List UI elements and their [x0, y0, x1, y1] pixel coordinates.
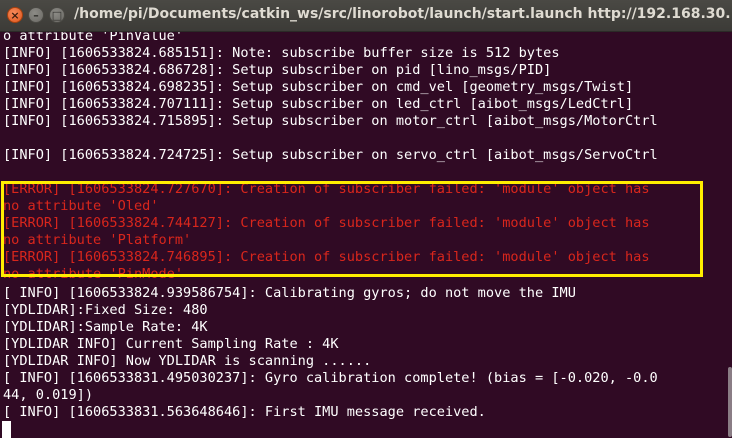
maximize-button[interactable]: □: [49, 7, 65, 23]
error-highlight-box: [1, 181, 703, 277]
log-line-info: [ INFO] [1606533831.563648646]: First IM…: [3, 404, 486, 420]
minimize-icon: –: [33, 8, 39, 22]
log-line-info: [INFO] [1606533824.686728]: Setup subscr…: [3, 62, 552, 78]
window-title: /home/pi/Documents/catkin_ws/src/linorob…: [74, 6, 732, 22]
maximize-icon: □: [51, 8, 63, 22]
log-line-info: [ INFO] [1606533831.495030237]: Gyro cal…: [3, 370, 658, 386]
terminal-window: × – □ /home/pi/Documents/catkin_ws/src/l…: [0, 0, 732, 438]
log-line-info: [ INFO] [1606533824.939586754]: Calibrat…: [3, 285, 576, 301]
title-bar[interactable]: × – □ /home/pi/Documents/catkin_ws/src/l…: [0, 0, 732, 32]
minimize-button[interactable]: –: [28, 7, 44, 23]
scrollbar-thumb[interactable]: [728, 367, 732, 437]
terminal-cursor: [2, 421, 11, 438]
log-line-ydlidar: [YDLIDAR INFO] Current Sampling Rate : 4…: [3, 336, 339, 352]
log-line-info: [INFO] [1606533824.685151]: Note: subscr…: [3, 45, 560, 61]
log-line-info: [INFO] [1606533824.715895]: Setup subscr…: [3, 113, 658, 129]
log-line-info: [INFO] [1606533824.698235]: Setup subscr…: [3, 79, 634, 95]
log-line-info: [INFO] [1606533824.707111]: Setup subscr…: [3, 96, 634, 112]
log-line-continuation: 44, 0.019]): [3, 387, 94, 403]
log-line-ydlidar: [YDLIDAR]:Sample Rate: 4K: [3, 319, 208, 335]
log-line-ydlidar: [YDLIDAR]:Fixed Size: 480: [3, 302, 208, 318]
log-line-ydlidar: [YDLIDAR INFO] Now YDLIDAR is scanning .…: [3, 353, 372, 369]
close-button[interactable]: ×: [7, 7, 23, 23]
close-icon: ×: [10, 8, 20, 22]
log-line-info: [INFO] [1606533824.724725]: Setup subscr…: [3, 147, 658, 163]
log-line-continuation: o attribute 'PinValue': [3, 32, 184, 44]
